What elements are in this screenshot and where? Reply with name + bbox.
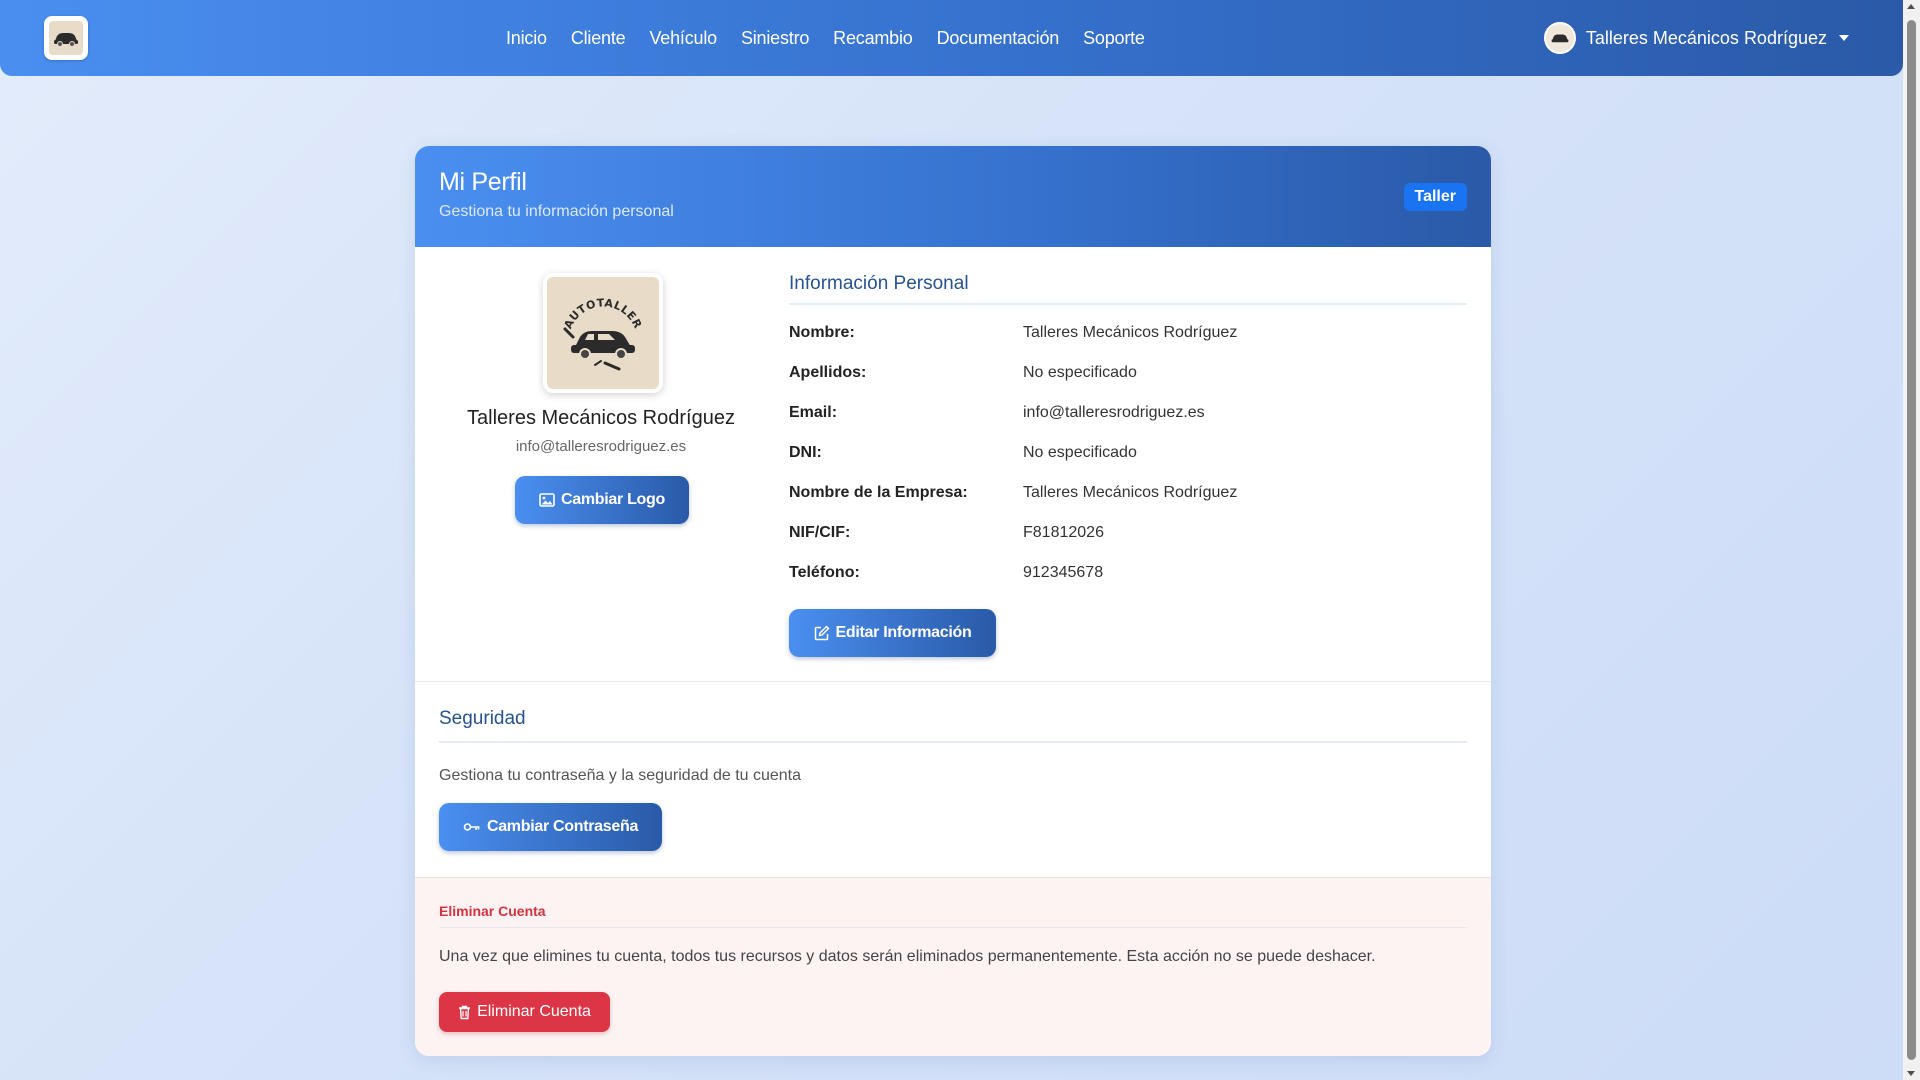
- delete-account-description: Una vez que elimines tu cuenta, todos tu…: [439, 948, 1376, 965]
- profile-email: info@talleresrodriguez.es: [515, 438, 687, 455]
- scroll-up-arrow-icon[interactable]: [1907, 4, 1915, 9]
- info-row-empresa: Nombre de la Empresa: Talleres Mecánicos…: [789, 484, 1467, 504]
- delete-account-section: Eliminar Cuenta Una vez que elimines tu …: [415, 878, 1491, 1056]
- info-label: Nombre de la Empresa:: [789, 484, 968, 501]
- edit-info-label: Editar Información: [835, 624, 972, 641]
- nav-link-recambio[interactable]: Recambio: [821, 28, 924, 49]
- edit-info-button[interactable]: Editar Información: [789, 609, 996, 657]
- main-nav: Inicio Cliente Vehículo Siniestro Recamb…: [494, 0, 1157, 76]
- security-description: Gestiona tu contraseña y la seguridad de…: [439, 767, 802, 784]
- user-avatar: [1543, 22, 1576, 54]
- user-name: Talleres Mecánicos Rodríguez: [1585, 27, 1827, 48]
- info-label: DNI:: [789, 444, 822, 461]
- brand-logo[interactable]: [44, 16, 88, 60]
- nav-link-inicio[interactable]: Inicio: [494, 28, 559, 49]
- change-password-button[interactable]: Cambiar Contraseña: [439, 803, 662, 851]
- info-value: Talleres Mecánicos Rodríguez: [1023, 484, 1238, 501]
- change-password-label: Cambiar Contraseña: [486, 818, 639, 835]
- profile-card: Mi Perfil Gestiona tu información person…: [415, 146, 1491, 1056]
- scroll-thumb[interactable]: [1907, 20, 1916, 1060]
- svg-text:AUTOTALLER: AUTOTALLER: [562, 296, 645, 331]
- security-title: Seguridad: [439, 708, 526, 729]
- nav-link-documentacion[interactable]: Documentación: [925, 28, 1071, 49]
- profile-section: AUTOTALLER Talleres Mecánicos Rodríguez …: [415, 247, 1491, 682]
- profile-name: Talleres Mecánicos Rodríguez: [467, 407, 735, 429]
- edit-icon: [814, 625, 829, 641]
- nav-link-siniestro[interactable]: Siniestro: [729, 28, 821, 49]
- key-icon: [463, 823, 480, 831]
- info-label: Email:: [789, 404, 838, 421]
- top-navbar: Inicio Cliente Vehículo Siniestro Recamb…: [0, 0, 1903, 76]
- info-value: No especificado: [1023, 364, 1137, 381]
- info-label: Teléfono:: [789, 564, 860, 581]
- role-badge: Taller: [1403, 183, 1467, 211]
- info-row-telefono: Teléfono: 912345678: [789, 564, 1467, 584]
- nav-link-soporte[interactable]: Soporte: [1071, 28, 1157, 49]
- nav-link-cliente[interactable]: Cliente: [559, 28, 638, 49]
- info-row-email: Email: info@talleresrodriguez.es: [789, 404, 1467, 424]
- autotaller-logo-icon: AUTOTALLER: [547, 277, 659, 389]
- image-icon: [539, 493, 555, 507]
- info-row-apellidos: Apellidos: No especificado: [789, 364, 1467, 384]
- personal-info-title: Información Personal: [789, 273, 969, 294]
- scroll-down-arrow-icon[interactable]: [1907, 1071, 1915, 1076]
- info-label: NIF/CIF:: [789, 524, 851, 541]
- info-label: Nombre:: [789, 324, 855, 341]
- info-row-nif: NIF/CIF: F81812026: [789, 524, 1467, 544]
- info-row-nombre: Nombre: Talleres Mecánicos Rodríguez: [789, 324, 1467, 344]
- page-scrollbar[interactable]: [1903, 0, 1920, 1080]
- info-value: 912345678: [1023, 564, 1104, 581]
- company-logo: AUTOTALLER: [543, 273, 663, 393]
- logo-arc-text: AUTOTALLER: [562, 296, 644, 331]
- card-header: Mi Perfil Gestiona tu información person…: [415, 146, 1491, 247]
- delete-account-title: Eliminar Cuenta: [439, 903, 546, 919]
- info-value: info@talleresrodriguez.es: [1023, 404, 1205, 421]
- divider: [789, 303, 1467, 305]
- security-section: Seguridad Gestiona tu contraseña y la se…: [415, 682, 1491, 878]
- info-value: Talleres Mecánicos Rodríguez: [1023, 324, 1238, 341]
- page-subtitle: Gestiona tu información personal: [439, 203, 674, 220]
- divider: [439, 927, 1467, 928]
- divider: [439, 741, 1467, 743]
- info-row-dni: DNI: No especificado: [789, 444, 1467, 464]
- info-value: No especificado: [1023, 444, 1137, 461]
- page-title: Mi Perfil: [439, 168, 527, 196]
- trash-icon: [459, 1005, 471, 1019]
- car-logo-icon: [49, 21, 83, 55]
- change-logo-label: Cambiar Logo: [561, 491, 665, 508]
- user-menu-dropdown[interactable]: Talleres Mecánicos Rodríguez: [1543, 0, 1849, 76]
- nav-link-vehiculo[interactable]: Vehículo: [637, 28, 728, 49]
- change-logo-button[interactable]: Cambiar Logo: [515, 476, 689, 524]
- delete-account-button[interactable]: Eliminar Cuenta: [439, 992, 610, 1032]
- info-value: F81812026: [1023, 524, 1104, 541]
- delete-account-label: Eliminar Cuenta: [477, 1003, 591, 1020]
- info-label: Apellidos:: [789, 364, 867, 381]
- caret-down-icon: [1839, 35, 1849, 41]
